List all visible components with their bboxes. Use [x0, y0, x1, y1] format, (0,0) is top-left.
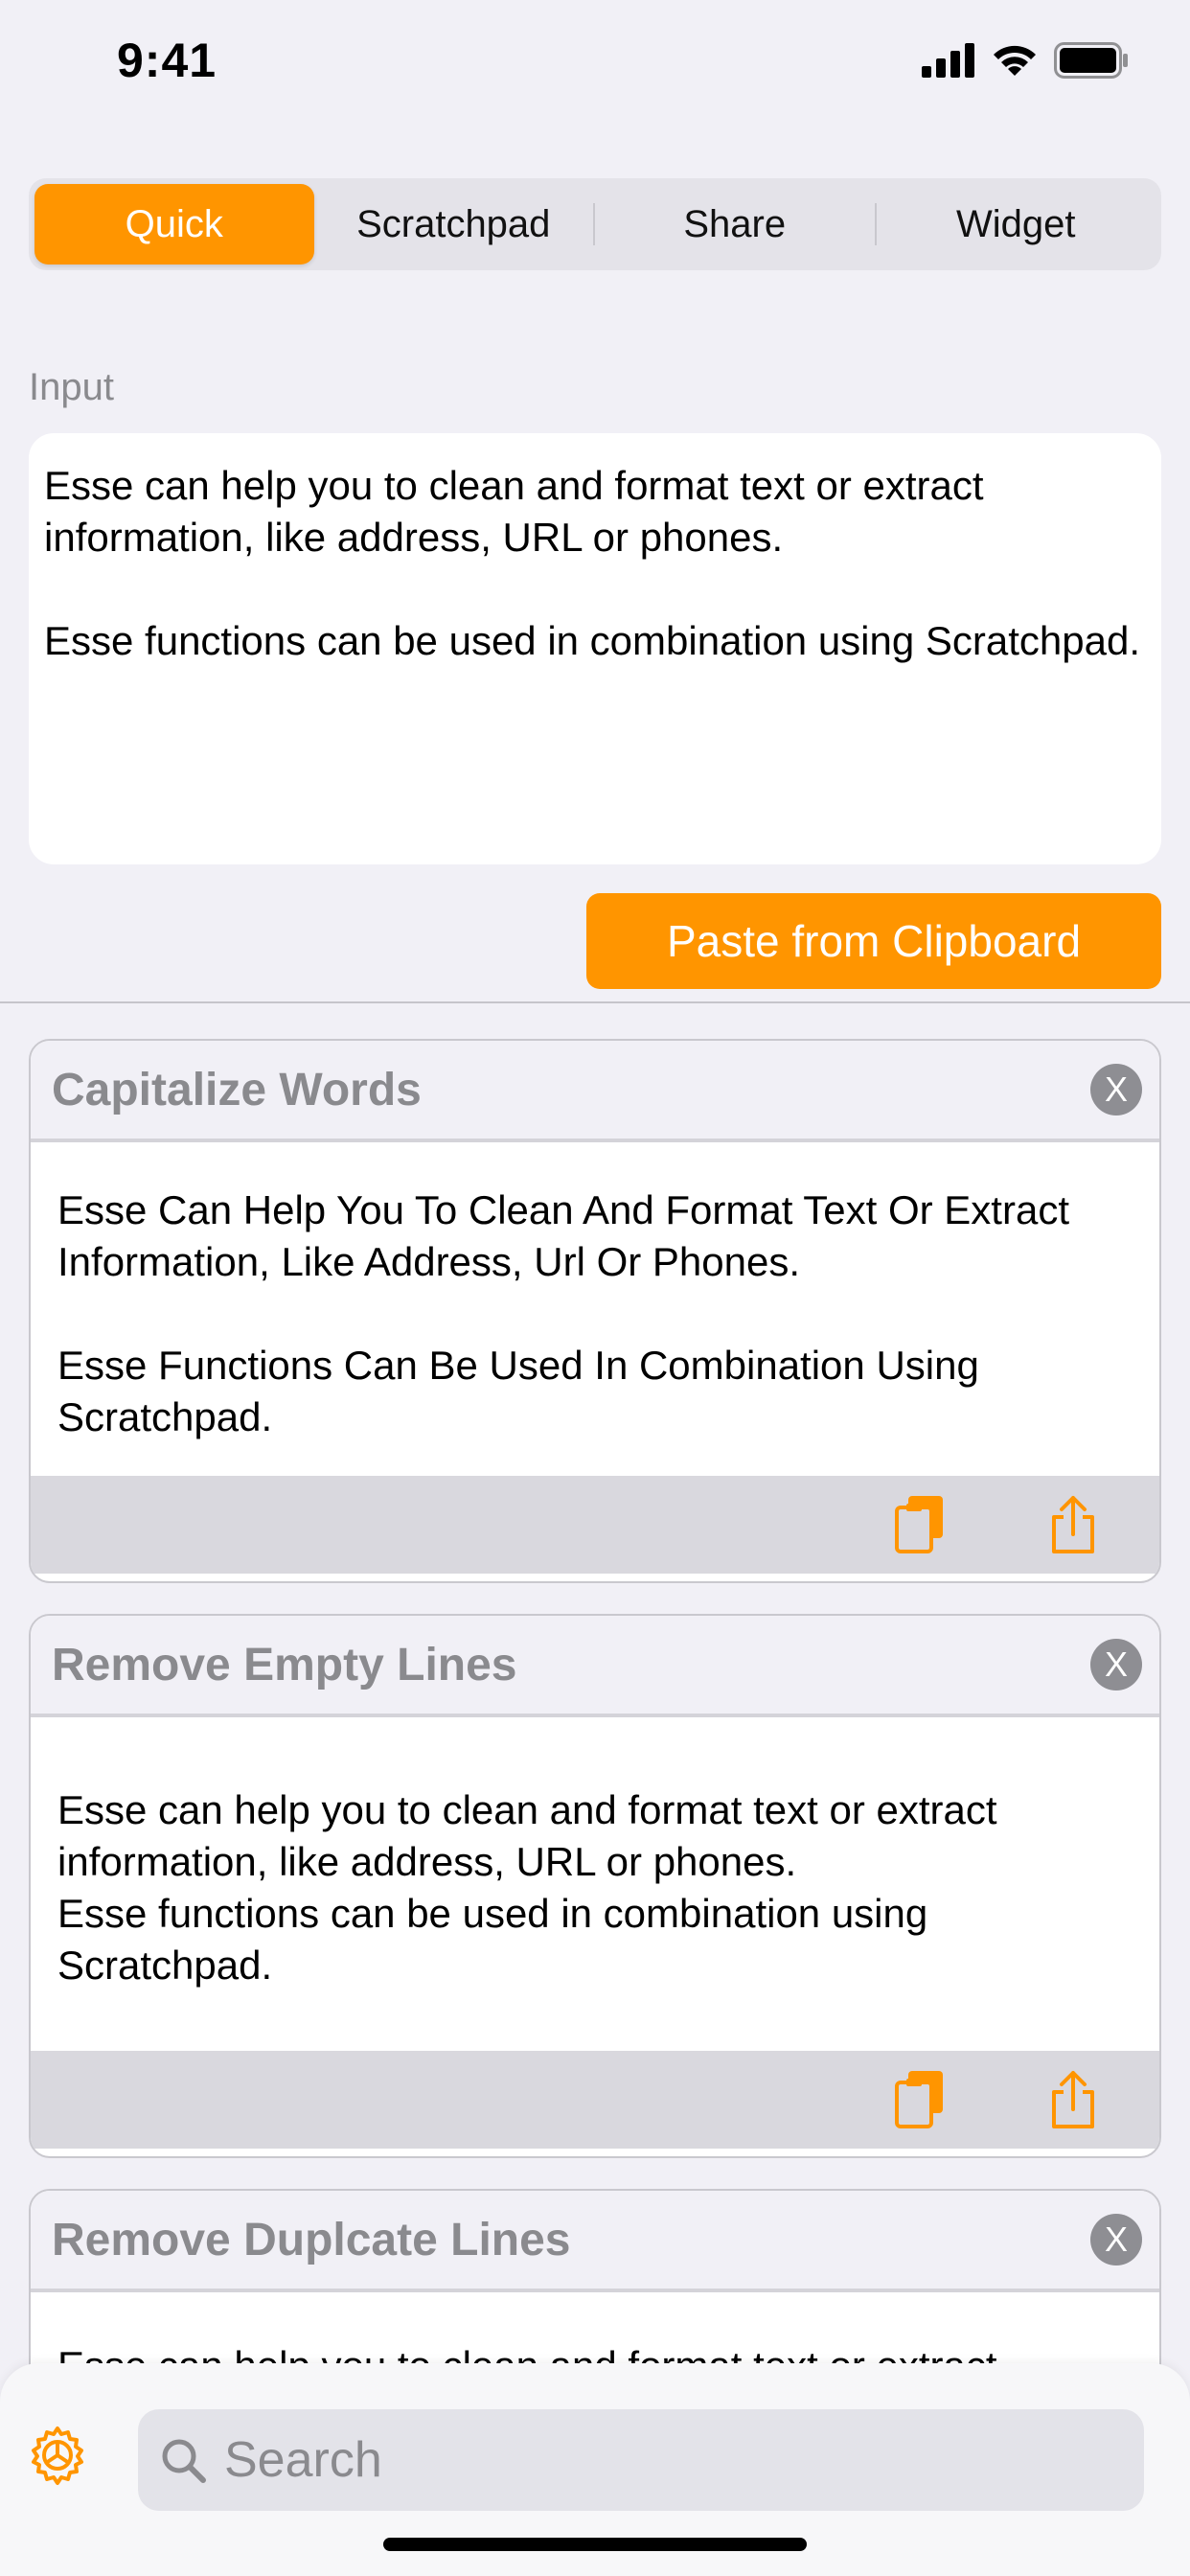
- copy-icon[interactable]: [891, 1494, 949, 1555]
- status-time: 9:41: [117, 34, 217, 87]
- function-card-capitalize-words: Capitalize Words X Esse Can Help You To …: [29, 1039, 1161, 1583]
- tab-scratchpad[interactable]: Scratchpad: [314, 184, 594, 264]
- output-paragraph: Esse can help you to clean and format te…: [57, 1787, 997, 1884]
- remove-card-button[interactable]: X: [1090, 2214, 1142, 2266]
- card-title: Remove Duplcate Lines: [52, 2214, 571, 2266]
- search-field[interactable]: Search: [138, 2409, 1144, 2511]
- paste-from-clipboard-button[interactable]: Paste from Clipboard: [586, 893, 1161, 989]
- tab-share[interactable]: Share: [595, 184, 875, 264]
- input-paragraph: Esse functions can be used in combinatio…: [44, 618, 1141, 663]
- card-footer: [31, 1476, 1159, 1574]
- wifi-icon: [994, 45, 1036, 76]
- card-title: Capitalize Words: [52, 1064, 422, 1116]
- remove-card-button[interactable]: X: [1090, 1639, 1142, 1690]
- search-placeholder: Search: [224, 2432, 382, 2488]
- card-header: Remove Duplcate Lines X: [31, 2191, 1159, 2292]
- copy-icon[interactable]: [891, 2069, 949, 2130]
- mode-segmented-control: Quick Scratchpad Share Widget: [29, 178, 1161, 270]
- tab-widget[interactable]: Widget: [877, 184, 1156, 264]
- status-bar: 9:41: [0, 0, 1190, 134]
- output-paragraph: Esse Functions Can Be Used In Combinatio…: [57, 1343, 979, 1439]
- battery-icon: [1054, 42, 1128, 79]
- remove-card-button[interactable]: X: [1090, 1064, 1142, 1116]
- share-icon[interactable]: [1044, 1494, 1102, 1555]
- cellular-signal-icon: [922, 43, 974, 78]
- tab-quick[interactable]: Quick: [34, 184, 314, 264]
- section-divider: [0, 1001, 1190, 1003]
- search-icon: [162, 2439, 206, 2483]
- home-indicator: [383, 2538, 807, 2551]
- card-footer: [31, 2051, 1159, 2149]
- input-label: Input: [29, 366, 114, 408]
- function-card-remove-empty-lines: Remove Empty Lines X Esse can help you t…: [29, 1614, 1161, 2158]
- settings-icon[interactable]: [27, 2425, 88, 2486]
- status-icons: [922, 42, 1129, 79]
- output-paragraph: Esse Can Help You To Clean And Format Te…: [57, 1187, 1069, 1284]
- card-header: Remove Empty Lines X: [31, 1616, 1159, 1717]
- share-icon[interactable]: [1044, 2069, 1102, 2130]
- card-output-text[interactable]: Esse Can Help You To Clean And Format Te…: [31, 1142, 1159, 1476]
- card-output-text[interactable]: Esse can help you to clean and format te…: [31, 1717, 1159, 2051]
- output-paragraph: Esse functions can be used in combinatio…: [57, 1891, 928, 1988]
- input-paragraph: Esse can help you to clean and format te…: [44, 463, 984, 560]
- card-title: Remove Empty Lines: [52, 1639, 517, 1690]
- card-header: Capitalize Words X: [31, 1041, 1159, 1142]
- input-text-area[interactable]: Esse can help you to clean and format te…: [29, 433, 1161, 864]
